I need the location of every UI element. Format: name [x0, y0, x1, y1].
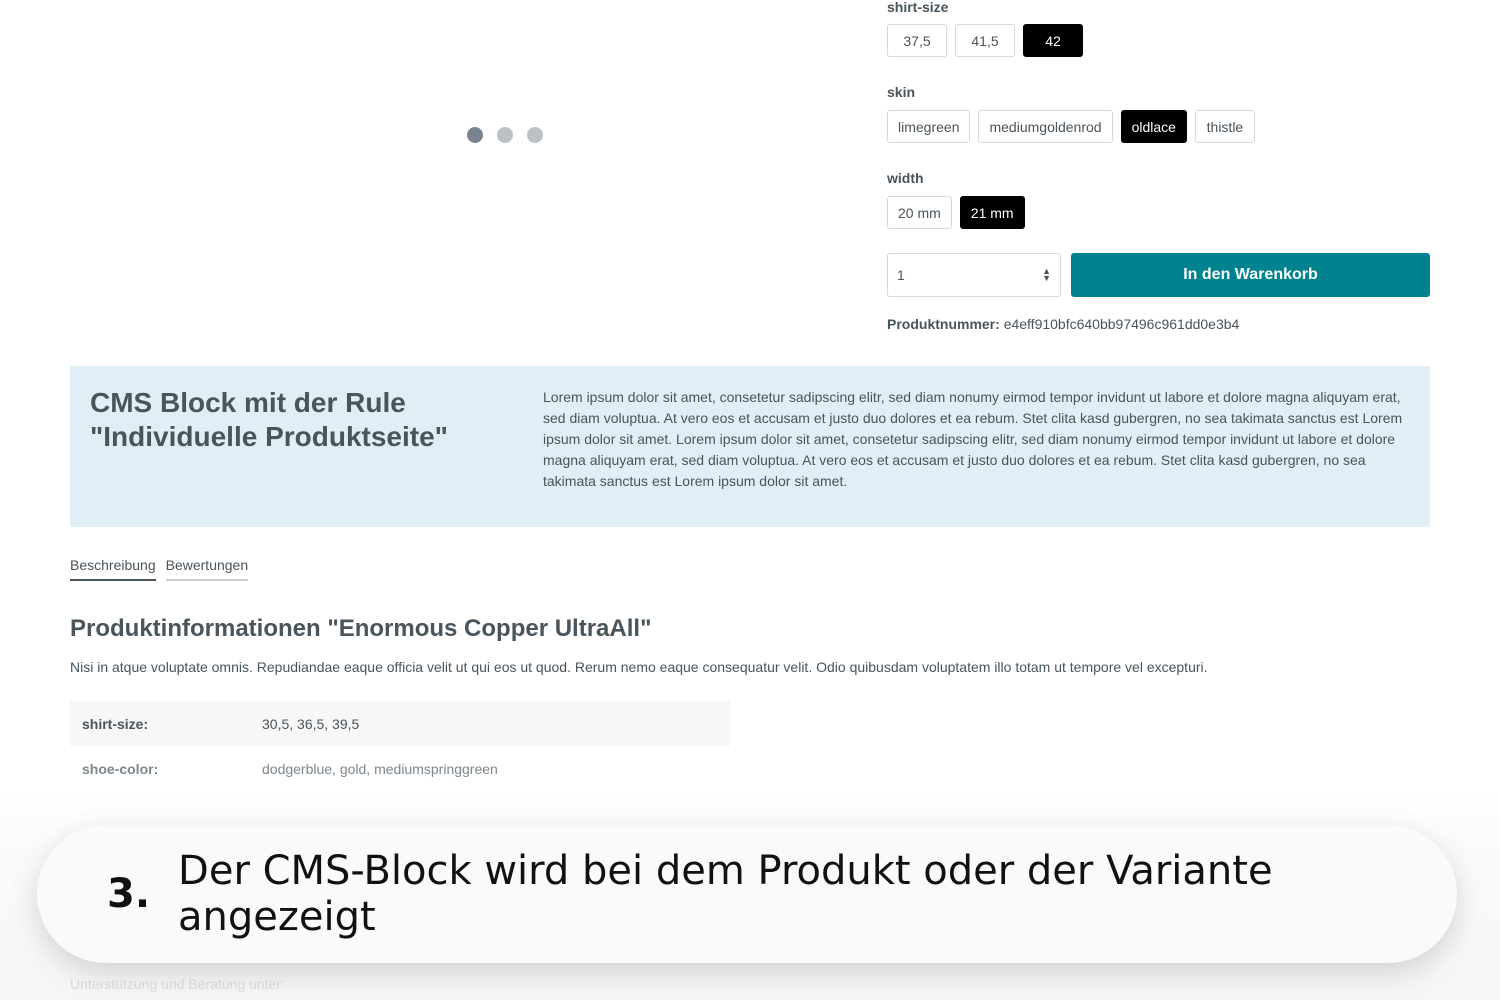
gallery-dots — [467, 127, 543, 143]
variant-label: width — [887, 170, 924, 186]
caption-number: 3. — [107, 871, 151, 917]
quantity-select[interactable]: 1 ▲ ▼ — [887, 253, 1061, 297]
variant-options: 20 mm 21 mm — [887, 196, 1025, 229]
variant-option[interactable]: mediumgoldenrod — [978, 110, 1113, 143]
caption-banner: 3. Der CMS-Block wird bei dem Produkt od… — [37, 825, 1457, 963]
variant-option[interactable]: thistle — [1194, 110, 1255, 143]
variant-option[interactable]: limegreen — [887, 110, 971, 143]
add-to-cart-button[interactable]: In den Warenkorb — [1071, 253, 1430, 297]
variant-option-selected[interactable]: oldlace — [1120, 110, 1187, 143]
property-value: dodgerblue, gold, mediumspringgreen — [262, 760, 498, 777]
cms-title: CMS Block mit der Rule "Individuelle Pro… — [90, 387, 448, 452]
property-row: shirt-size: 30,5, 36,5, 39,5 — [70, 701, 730, 746]
product-number-value: e4eff910bfc640bb97496c961dd0e3b4 — [1003, 316, 1240, 332]
quantity-value: 1 — [897, 267, 905, 283]
variant-option-selected[interactable]: 42 — [1023, 24, 1083, 57]
tab-description[interactable]: Beschreibung — [70, 557, 156, 581]
variant-option[interactable]: 41,5 — [955, 24, 1015, 57]
sort-arrows-icon: ▲ ▼ — [1042, 266, 1051, 283]
product-description: Nisi in atque voluptate omnis. Repudiand… — [70, 659, 1208, 675]
footer-support: Unterstützung und Beratung unter: — [70, 976, 285, 992]
product-number: Produktnummer: e4eff910bfc640bb97496c961… — [887, 316, 1239, 332]
product-number-label: Produktnummer: — [887, 316, 1000, 332]
cms-text: Lorem ipsum dolor sit amet, consetetur s… — [543, 389, 1403, 489]
property-value: 30,5, 36,5, 39,5 — [262, 715, 360, 732]
tab-reviews[interactable]: Bewertungen — [165, 557, 249, 581]
property-row: shoe-color: dodgerblue, gold, mediumspri… — [70, 746, 730, 791]
gallery-dot[interactable] — [467, 127, 483, 143]
variant-options: 37,5 41,5 42 — [887, 24, 1083, 57]
caption-text: Der CMS-Block wird bei dem Produkt oder … — [178, 848, 1273, 940]
property-key: shoe-color: — [82, 760, 159, 777]
variant-option-selected[interactable]: 21 mm — [959, 196, 1025, 229]
variant-options: limegreen mediumgoldenrod oldlace thistl… — [887, 110, 1255, 143]
variant-label: skin — [887, 84, 916, 100]
variant-label: shirt-size — [887, 0, 949, 15]
gallery-dot[interactable] — [527, 127, 543, 143]
gallery-dot[interactable] — [497, 127, 513, 143]
variant-option[interactable]: 20 mm — [887, 196, 952, 229]
variant-option[interactable]: 37,5 — [887, 24, 947, 57]
cms-block: CMS Block mit der Rule "Individuelle Pro… — [70, 366, 1430, 527]
property-key: shirt-size: — [82, 715, 149, 732]
product-info-title: Produktinformationen "Enormous Copper Ul… — [70, 615, 652, 642]
product-tabs: Beschreibung Bewertungen — [70, 557, 249, 581]
